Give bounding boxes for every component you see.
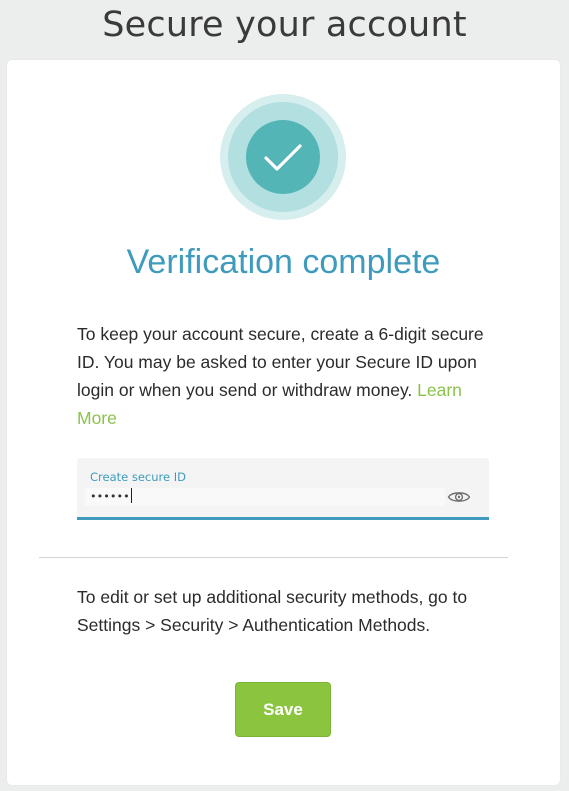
- settings-instructions: To edit or set up additional security me…: [77, 587, 468, 635]
- verification-headline: Verification complete: [126, 243, 441, 281]
- secure-id-label: Create secure ID: [90, 470, 186, 484]
- checkmark-icon: [264, 144, 302, 171]
- page-title: Secure your account: [102, 5, 467, 45]
- save-button[interactable]: Save: [235, 682, 331, 737]
- section-divider: [39, 557, 508, 558]
- success-badge-ring: [228, 102, 338, 212]
- text-caret: [130, 488, 132, 503]
- success-badge-core: [246, 120, 320, 194]
- eye-icon[interactable]: [447, 488, 471, 506]
- intro-paragraph: To keep your account secure, create a 6-…: [77, 320, 497, 432]
- secure-id-masked-value: ••••••: [90, 490, 130, 503]
- success-badge: [220, 94, 346, 220]
- secure-id-input[interactable]: ••••••: [85, 488, 445, 506]
- verification-card: Verification complete To keep your accou…: [7, 60, 560, 785]
- secure-id-field[interactable]: Create secure ID ••••••: [77, 458, 489, 520]
